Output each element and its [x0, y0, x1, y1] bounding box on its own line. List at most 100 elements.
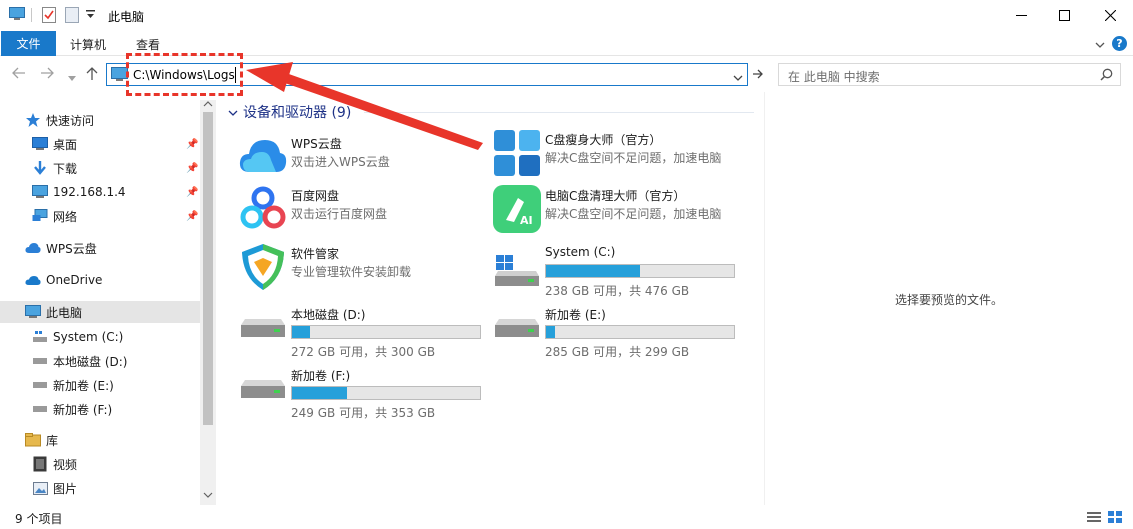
quick-access-toolbar-dropdown-icon[interactable]: [86, 9, 95, 23]
sidebar-item-this-pc[interactable]: 此电脑: [0, 301, 200, 323]
drive-icon: [238, 378, 288, 428]
sidebar-item-quick-access[interactable]: 快速访问: [24, 109, 224, 131]
search-box[interactable]: 在 此电脑 中搜索: [778, 63, 1121, 86]
system-drive-icon: [492, 254, 542, 304]
sidebar-item-label: OneDrive: [46, 273, 103, 287]
sidebar-item-label: WPS云盘: [46, 241, 97, 256]
computer-icon[interactable]: [9, 7, 25, 24]
tile-description: 解决C盘空间不足问题，加速电脑: [545, 207, 722, 221]
sidebar-item-wps-cloud[interactable]: WPS云盘: [24, 237, 224, 259]
onedrive-icon: [24, 271, 42, 289]
up-button[interactable]: [86, 67, 98, 85]
sidebar-item-label: 快速访问: [46, 113, 95, 128]
computer-icon: [31, 183, 49, 201]
sidebar-item-label: 本地磁盘 (D:): [53, 354, 128, 369]
sidebar-item-label: System (C:): [53, 330, 124, 344]
pin-icon[interactable]: 📌: [186, 187, 198, 198]
sidebar-item-libraries[interactable]: 库: [24, 429, 224, 451]
c-slim-icon: [492, 128, 542, 178]
large-icons-view-icon[interactable]: [1108, 511, 1122, 526]
tile-description: 双击进入WPS云盘: [291, 155, 390, 169]
maximize-button[interactable]: [1041, 0, 1087, 31]
sidebar-item-label: 192.168.1.4: [53, 185, 126, 199]
library-icon: [24, 431, 42, 449]
scroll-up-icon[interactable]: [203, 100, 213, 110]
drive-tile-f[interactable]: 新加卷 (F:) 249 GB 可用，共 353 GB: [238, 364, 488, 420]
sidebar-item-label: 此电脑: [46, 305, 83, 320]
help-button[interactable]: ?: [1112, 36, 1127, 51]
drive-usage-fill: [546, 326, 555, 338]
scrollbar-thumb[interactable]: [203, 112, 213, 425]
status-bar: 9 个项目: [0, 505, 1133, 529]
tile-description: 双击运行百度网盘: [291, 207, 388, 221]
picture-icon: [31, 479, 49, 497]
drive-icon: [31, 400, 49, 418]
drive-name: 新加卷 (F:): [291, 369, 351, 383]
video-icon: [31, 455, 49, 473]
address-dropdown-icon[interactable]: [733, 71, 743, 85]
sidebar-item-label: 库: [46, 433, 59, 448]
drive-icon: [492, 317, 542, 367]
tile-description: 解决C盘空间不足问题，加速电脑: [545, 151, 722, 165]
cloud-icon: [24, 239, 42, 257]
drive-usage-fill: [292, 326, 310, 338]
navigation-pane: 快速访问 桌面 📌 下载 📌 192.168.1.4 📌 网络 📌 WPS云盘 …: [0, 100, 216, 505]
drive-usage-fill: [292, 387, 348, 399]
pin-icon[interactable]: 📌: [186, 163, 198, 174]
system-drive-icon: [31, 328, 49, 346]
forward-button[interactable]: [40, 67, 54, 83]
tab-computer[interactable]: 计算机: [70, 36, 106, 53]
close-button[interactable]: [1087, 0, 1133, 31]
group-divider: [364, 112, 754, 113]
app-tile-software-manager[interactable]: 软件管家 专业管理软件安装卸载: [238, 242, 488, 292]
title-bar: 此电脑: [0, 0, 1133, 31]
computer-icon: [24, 303, 42, 321]
preview-pane: 选择要预览的文件。: [764, 92, 1133, 505]
drive-usage-fill: [546, 265, 640, 277]
app-tile-c-cleaner[interactable]: AI 电脑C盘清理大师（官方） 解决C盘空间不足问题，加速电脑: [492, 184, 742, 234]
back-button[interactable]: [12, 67, 26, 83]
tab-view[interactable]: 查看: [136, 36, 160, 53]
scroll-down-icon[interactable]: [203, 492, 213, 502]
pin-icon[interactable]: 📌: [186, 211, 198, 222]
annotation-highlight-box: [126, 53, 243, 96]
drive-usage-bar: [291, 325, 481, 339]
drive-tile-e[interactable]: 新加卷 (E:) 285 GB 可用，共 299 GB: [492, 303, 742, 359]
details-view-icon[interactable]: [1087, 511, 1101, 526]
ribbon-expand-icon[interactable]: [1095, 38, 1105, 52]
app-tile-wps-cloud[interactable]: WPS云盘 双击进入WPS云盘: [238, 132, 488, 182]
sidebar-item-label: 桌面: [53, 137, 78, 152]
sidebar-scrollbar[interactable]: [200, 100, 216, 505]
tab-file[interactable]: 文件: [1, 31, 56, 56]
app-tile-c-slim[interactable]: C盘瘦身大师（官方） 解决C盘空间不足问题，加速电脑: [492, 128, 742, 178]
window-title: 此电脑: [108, 10, 145, 24]
drive-space: 285 GB 可用，共 299 GB: [545, 345, 690, 359]
minimize-button[interactable]: [998, 0, 1044, 31]
properties-icon[interactable]: [42, 7, 56, 26]
group-header[interactable]: 设备和驱动器 (9): [243, 102, 351, 122]
sidebar-item-label: 图片: [53, 481, 78, 496]
item-count: 9 个项目: [15, 512, 63, 526]
baidu-netdisk-icon: [238, 184, 288, 234]
sidebar-item-label: 新加卷 (E:): [53, 378, 114, 393]
recent-locations-icon[interactable]: [68, 70, 76, 86]
collapse-group-icon[interactable]: [228, 106, 238, 120]
download-icon: [31, 159, 49, 177]
wps-cloud-icon: [238, 132, 288, 182]
tile-description: 专业管理软件安装卸载: [291, 265, 412, 279]
drive-usage-bar: [545, 264, 735, 278]
drive-tile-c[interactable]: System (C:) 238 GB 可用，共 476 GB: [492, 242, 742, 298]
sidebar-item-label: 新加卷 (F:): [53, 402, 113, 417]
pin-icon[interactable]: 📌: [186, 139, 198, 150]
tile-name: WPS云盘: [291, 137, 342, 151]
software-manager-icon: [238, 242, 288, 292]
preview-message: 选择要预览的文件。: [895, 293, 1004, 307]
tile-name: 电脑C盘清理大师（官方）: [545, 189, 686, 203]
go-arrow-icon[interactable]: [752, 68, 764, 83]
sidebar-item-onedrive[interactable]: OneDrive: [24, 269, 224, 291]
app-tile-baidu-netdisk[interactable]: 百度网盘 双击运行百度网盘: [238, 184, 488, 234]
drive-tile-d[interactable]: 本地磁盘 (D:) 272 GB 可用，共 300 GB: [238, 303, 488, 359]
search-icon[interactable]: [1100, 68, 1113, 84]
c-cleaner-icon: AI: [492, 184, 542, 234]
new-folder-icon[interactable]: [65, 7, 79, 26]
